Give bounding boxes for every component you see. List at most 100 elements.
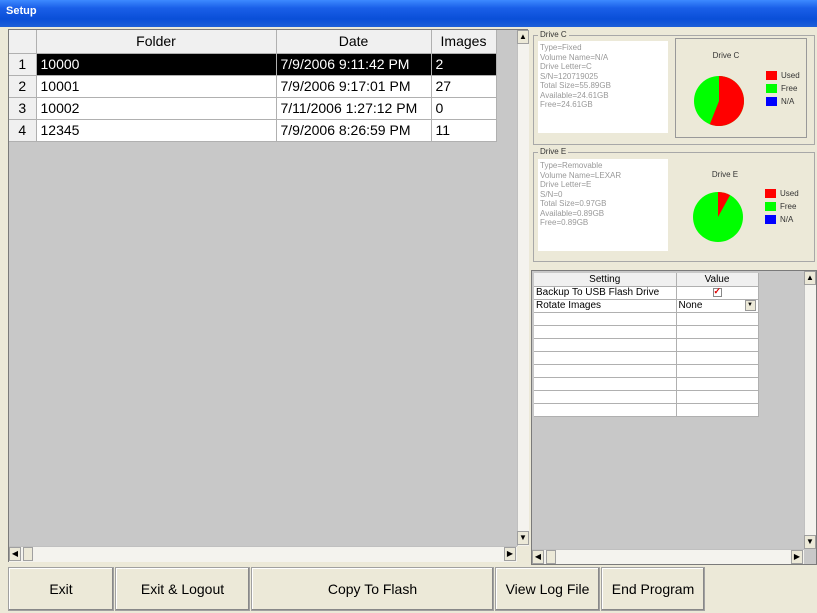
- empty-cell: [676, 325, 759, 339]
- drive-c-chart: Drive C Used Free N/A: [675, 38, 807, 138]
- column-header-value[interactable]: Value: [676, 273, 759, 287]
- vertical-scrollbar[interactable]: ▲ ▼: [517, 30, 529, 546]
- empty-row: [534, 403, 759, 417]
- empty-row: [534, 351, 759, 365]
- empty-cell: [534, 338, 677, 352]
- backup-checkbox[interactable]: [712, 286, 722, 297]
- rotate-dropdown[interactable]: None ▼: [679, 300, 756, 311]
- date-cell[interactable]: 7/9/2006 9:11:42 PM: [276, 53, 432, 76]
- drive-info-line: Drive Letter=C: [540, 62, 592, 71]
- images-cell[interactable]: 0: [431, 97, 497, 120]
- table-row[interactable]: 2 10001 7/9/2006 9:17:01 PM 27: [9, 75, 497, 98]
- empty-cell: [676, 312, 759, 326]
- scroll-left-icon[interactable]: ◀: [9, 547, 21, 561]
- legend-used: Used: [765, 187, 799, 200]
- settings-horizontal-scrollbar[interactable]: ◀ ▶: [532, 549, 804, 564]
- drive-info-line: Available=24.61GB: [540, 90, 609, 100]
- folder-cell[interactable]: 12345: [36, 119, 277, 142]
- title-bar: Setup: [0, 0, 817, 27]
- na-swatch: [766, 97, 777, 106]
- row-number: 2: [9, 75, 37, 98]
- legend-free-label: Free: [781, 84, 798, 93]
- empty-cell: [676, 377, 759, 391]
- drive-c-legend: Used Free N/A: [766, 69, 800, 108]
- column-header-images[interactable]: Images: [431, 30, 497, 54]
- backup-value-cell: [676, 286, 759, 300]
- column-header-folder[interactable]: Folder: [36, 30, 277, 54]
- chevron-down-icon[interactable]: ▼: [744, 300, 756, 311]
- folder-grid: Folder Date Images 1 10000 7/9/2006 9:11…: [8, 29, 529, 562]
- folder-cell[interactable]: 10002: [36, 97, 277, 120]
- end-program-button[interactable]: End Program: [601, 567, 705, 611]
- scroll-up-icon[interactable]: ▲: [517, 30, 529, 44]
- drive-info-line: S/N=0: [540, 189, 563, 199]
- legend-na: N/A: [765, 213, 799, 226]
- setting-row-rotate: Rotate Images None ▼: [534, 299, 759, 313]
- empty-cell: [676, 351, 759, 365]
- drive-info-line: Available=0.89GB: [540, 208, 605, 218]
- table-row[interactable]: 4 12345 7/9/2006 8:26:59 PM 11: [9, 119, 497, 142]
- exit-logout-button[interactable]: Exit & Logout: [115, 567, 250, 611]
- date-cell[interactable]: 7/9/2006 9:17:01 PM: [276, 75, 432, 98]
- free-swatch: [766, 84, 777, 93]
- scroll-left-icon[interactable]: ◀: [532, 550, 544, 564]
- empty-cell: [676, 390, 759, 404]
- scroll-right-icon[interactable]: ▶: [791, 550, 803, 564]
- empty-row: [534, 377, 759, 391]
- empty-cell: [676, 364, 759, 378]
- scroll-thumb[interactable]: [23, 547, 33, 561]
- copy-to-flash-button[interactable]: Copy To Flash: [251, 567, 494, 611]
- window-title: Setup: [6, 5, 37, 17]
- drive-e-legend: Used Free N/A: [765, 187, 799, 226]
- empty-row: [534, 312, 759, 326]
- scroll-up-icon[interactable]: ▲: [804, 271, 816, 285]
- empty-row: [534, 364, 759, 378]
- empty-cell: [534, 390, 677, 404]
- exit-button[interactable]: Exit: [8, 567, 114, 611]
- table-row[interactable]: 1 10000 7/9/2006 9:11:42 PM 2: [9, 53, 497, 76]
- legend-free-label: Free: [780, 202, 797, 211]
- date-cell[interactable]: 7/11/2006 1:27:12 PM: [276, 97, 432, 120]
- drive-info-line: Volume Name=N/A: [540, 52, 609, 62]
- images-cell[interactable]: 27: [431, 75, 497, 98]
- legend-used-label: Used: [780, 189, 799, 198]
- date-cell[interactable]: 7/9/2006 8:26:59 PM: [276, 119, 432, 142]
- images-cell[interactable]: 2: [431, 53, 497, 76]
- legend-used: Used: [766, 69, 800, 82]
- scroll-down-icon[interactable]: ▼: [517, 531, 529, 545]
- scroll-down-icon[interactable]: ▼: [804, 535, 816, 549]
- na-swatch: [765, 215, 776, 224]
- legend-na: N/A: [766, 95, 800, 108]
- settings-vertical-scrollbar[interactable]: ▲ ▼: [804, 271, 816, 549]
- setting-row-backup: Backup To USB Flash Drive: [534, 286, 759, 300]
- scroll-right-icon[interactable]: ▶: [504, 547, 516, 561]
- drive-info-line: Free=24.61GB: [540, 100, 593, 109]
- rotate-value-cell[interactable]: None ▼: [676, 299, 759, 313]
- folder-table: Folder Date Images 1 10000 7/9/2006 9:11…: [9, 30, 497, 142]
- settings-grid: Setting Value Backup To USB Flash Drive …: [531, 270, 817, 565]
- column-header-date[interactable]: Date: [276, 30, 432, 54]
- drive-c-info: Type=Fixed Volume Name=N/A Drive Letter=…: [538, 41, 668, 133]
- row-number: 1: [9, 53, 37, 76]
- backup-setting-label: Backup To USB Flash Drive: [534, 286, 677, 300]
- empty-cell: [534, 351, 677, 365]
- horizontal-scrollbar[interactable]: ◀ ▶: [9, 546, 517, 562]
- drive-info-line: Total Size=55.89GB: [540, 81, 611, 90]
- empty-cell: [534, 377, 677, 391]
- folder-cell[interactable]: 10000: [36, 53, 277, 76]
- scroll-thumb[interactable]: [546, 550, 556, 564]
- drive-info-line: Total Size=0.97GB: [540, 199, 607, 208]
- drive-e-label: Drive E: [538, 147, 569, 156]
- column-header-setting[interactable]: Setting: [534, 273, 677, 287]
- table-row[interactable]: 3 10002 7/11/2006 1:27:12 PM 0: [9, 97, 497, 120]
- folder-cell[interactable]: 10001: [36, 75, 277, 98]
- view-log-button[interactable]: View Log File: [495, 567, 600, 611]
- images-cell[interactable]: 11: [431, 119, 497, 142]
- drive-info-line: Volume Name=LEXAR: [540, 170, 622, 180]
- scroll-corner: [517, 546, 529, 562]
- empty-cell: [676, 403, 759, 417]
- rotate-setting-label: Rotate Images: [534, 299, 677, 313]
- row-number: 3: [9, 97, 37, 120]
- row-header-corner: [9, 30, 37, 54]
- used-swatch: [766, 71, 777, 80]
